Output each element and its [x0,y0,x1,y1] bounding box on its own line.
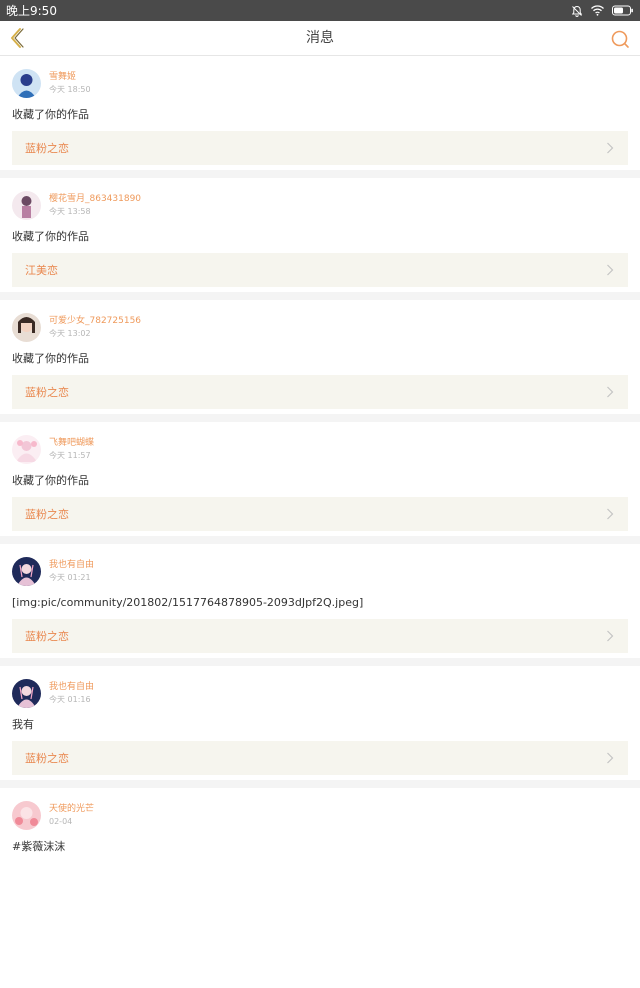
work-title: 蓝粉之恋 [25,752,69,765]
work-link[interactable]: 蓝粉之恋 [12,741,628,775]
work-title: 蓝粉之恋 [25,508,69,521]
message-time: 今天 11:57 [49,450,91,460]
message-card: 飞舞吧蝴蝶 今天 11:57 收藏了你的作品 蓝粉之恋 [0,422,640,536]
message-content: 收藏了你的作品 [12,474,89,487]
message-header: 可爱少女_782725156 今天 13:02 [12,312,628,342]
avatar[interactable] [12,556,41,586]
message-header: 樱花雪月_863431890 今天 13:58 [12,190,628,220]
message-card: 天使的光芒 02-04 #紫薇沫沫 [0,788,640,988]
message-time: 今天 13:58 [49,206,91,216]
work-link[interactable]: 蓝粉之恋 [12,375,628,409]
work-title: 蓝粉之恋 [25,386,69,399]
avatar[interactable] [12,800,41,830]
page-title: 消息 [306,30,334,46]
wifi-icon [591,5,604,16]
chevron-right-icon [607,630,614,642]
message-card: 我也有自由 今天 01:16 我有 蓝粉之恋 [0,666,640,780]
user-name[interactable]: 可爱少女_782725156 [49,315,141,327]
user-name[interactable]: 樱花雪月_863431890 [49,193,141,205]
status-time: 晚上9:50 [6,4,57,18]
work-link[interactable]: 蓝粉之恋 [12,131,628,165]
avatar[interactable] [12,678,41,708]
message-content: 我有 [12,718,34,731]
message-header: 我也有自由 今天 01:21 [12,556,628,586]
message-header: 飞舞吧蝴蝶 今天 11:57 [12,434,628,464]
work-title: 蓝粉之恋 [25,630,69,643]
message-content: 收藏了你的作品 [12,230,89,243]
user-name[interactable]: 天使的光芒 [49,803,94,815]
work-title: 蓝粉之恋 [25,142,69,155]
message-content: [img:pic/community/201802/1517764878905-… [12,596,364,609]
work-link[interactable]: 蓝粉之恋 [12,497,628,531]
bell-off-icon [571,5,583,17]
chevron-right-icon [607,264,614,276]
status-icons [571,5,634,17]
avatar[interactable] [12,434,41,464]
chevron-right-icon [607,752,614,764]
message-header: 天使的光芒 02-04 [12,800,628,830]
work-link[interactable]: 蓝粉之恋 [12,619,628,653]
chevron-right-icon [607,142,614,154]
user-name[interactable]: 我也有自由 [49,559,94,571]
work-title: 江美恋 [25,264,58,277]
message-header: 我也有自由 今天 01:16 [12,678,628,708]
work-link[interactable]: 江美恋 [12,253,628,287]
avatar[interactable] [12,68,41,98]
message-time: 今天 01:16 [49,694,91,704]
message-card: 可爱少女_782725156 今天 13:02 收藏了你的作品 蓝粉之恋 [0,300,640,414]
message-content: 收藏了你的作品 [12,352,89,365]
message-content: 收藏了你的作品 [12,108,89,121]
message-card: 我也有自由 今天 01:21 [img:pic/community/201802… [0,544,640,658]
message-feed: 雪舞姬 今天 18:50 收藏了你的作品 蓝粉之恋 樱花雪月_863431890… [0,56,640,988]
message-time: 今天 01:21 [49,572,91,582]
message-time: 02-04 [49,816,73,826]
user-name[interactable]: 我也有自由 [49,681,94,693]
message-time: 今天 18:50 [49,84,91,94]
message-time: 今天 13:02 [49,328,91,338]
user-name[interactable]: 飞舞吧蝴蝶 [49,437,94,449]
battery-icon [612,5,633,16]
chevron-right-icon [607,508,614,520]
chevron-right-icon [607,386,614,398]
avatar[interactable] [12,312,41,342]
message-header: 雪舞姬 今天 18:50 [12,68,628,98]
user-name[interactable]: 雪舞姬 [49,71,91,83]
message-card: 樱花雪月_863431890 今天 13:58 收藏了你的作品 江美恋 [0,178,640,292]
status-bar: 晚上9:50 [0,0,640,21]
message-card: 雪舞姬 今天 18:50 收藏了你的作品 蓝粉之恋 [0,56,640,170]
nav-bar: 消息 [0,21,640,56]
search-icon[interactable] [610,29,630,49]
avatar[interactable] [12,190,41,220]
